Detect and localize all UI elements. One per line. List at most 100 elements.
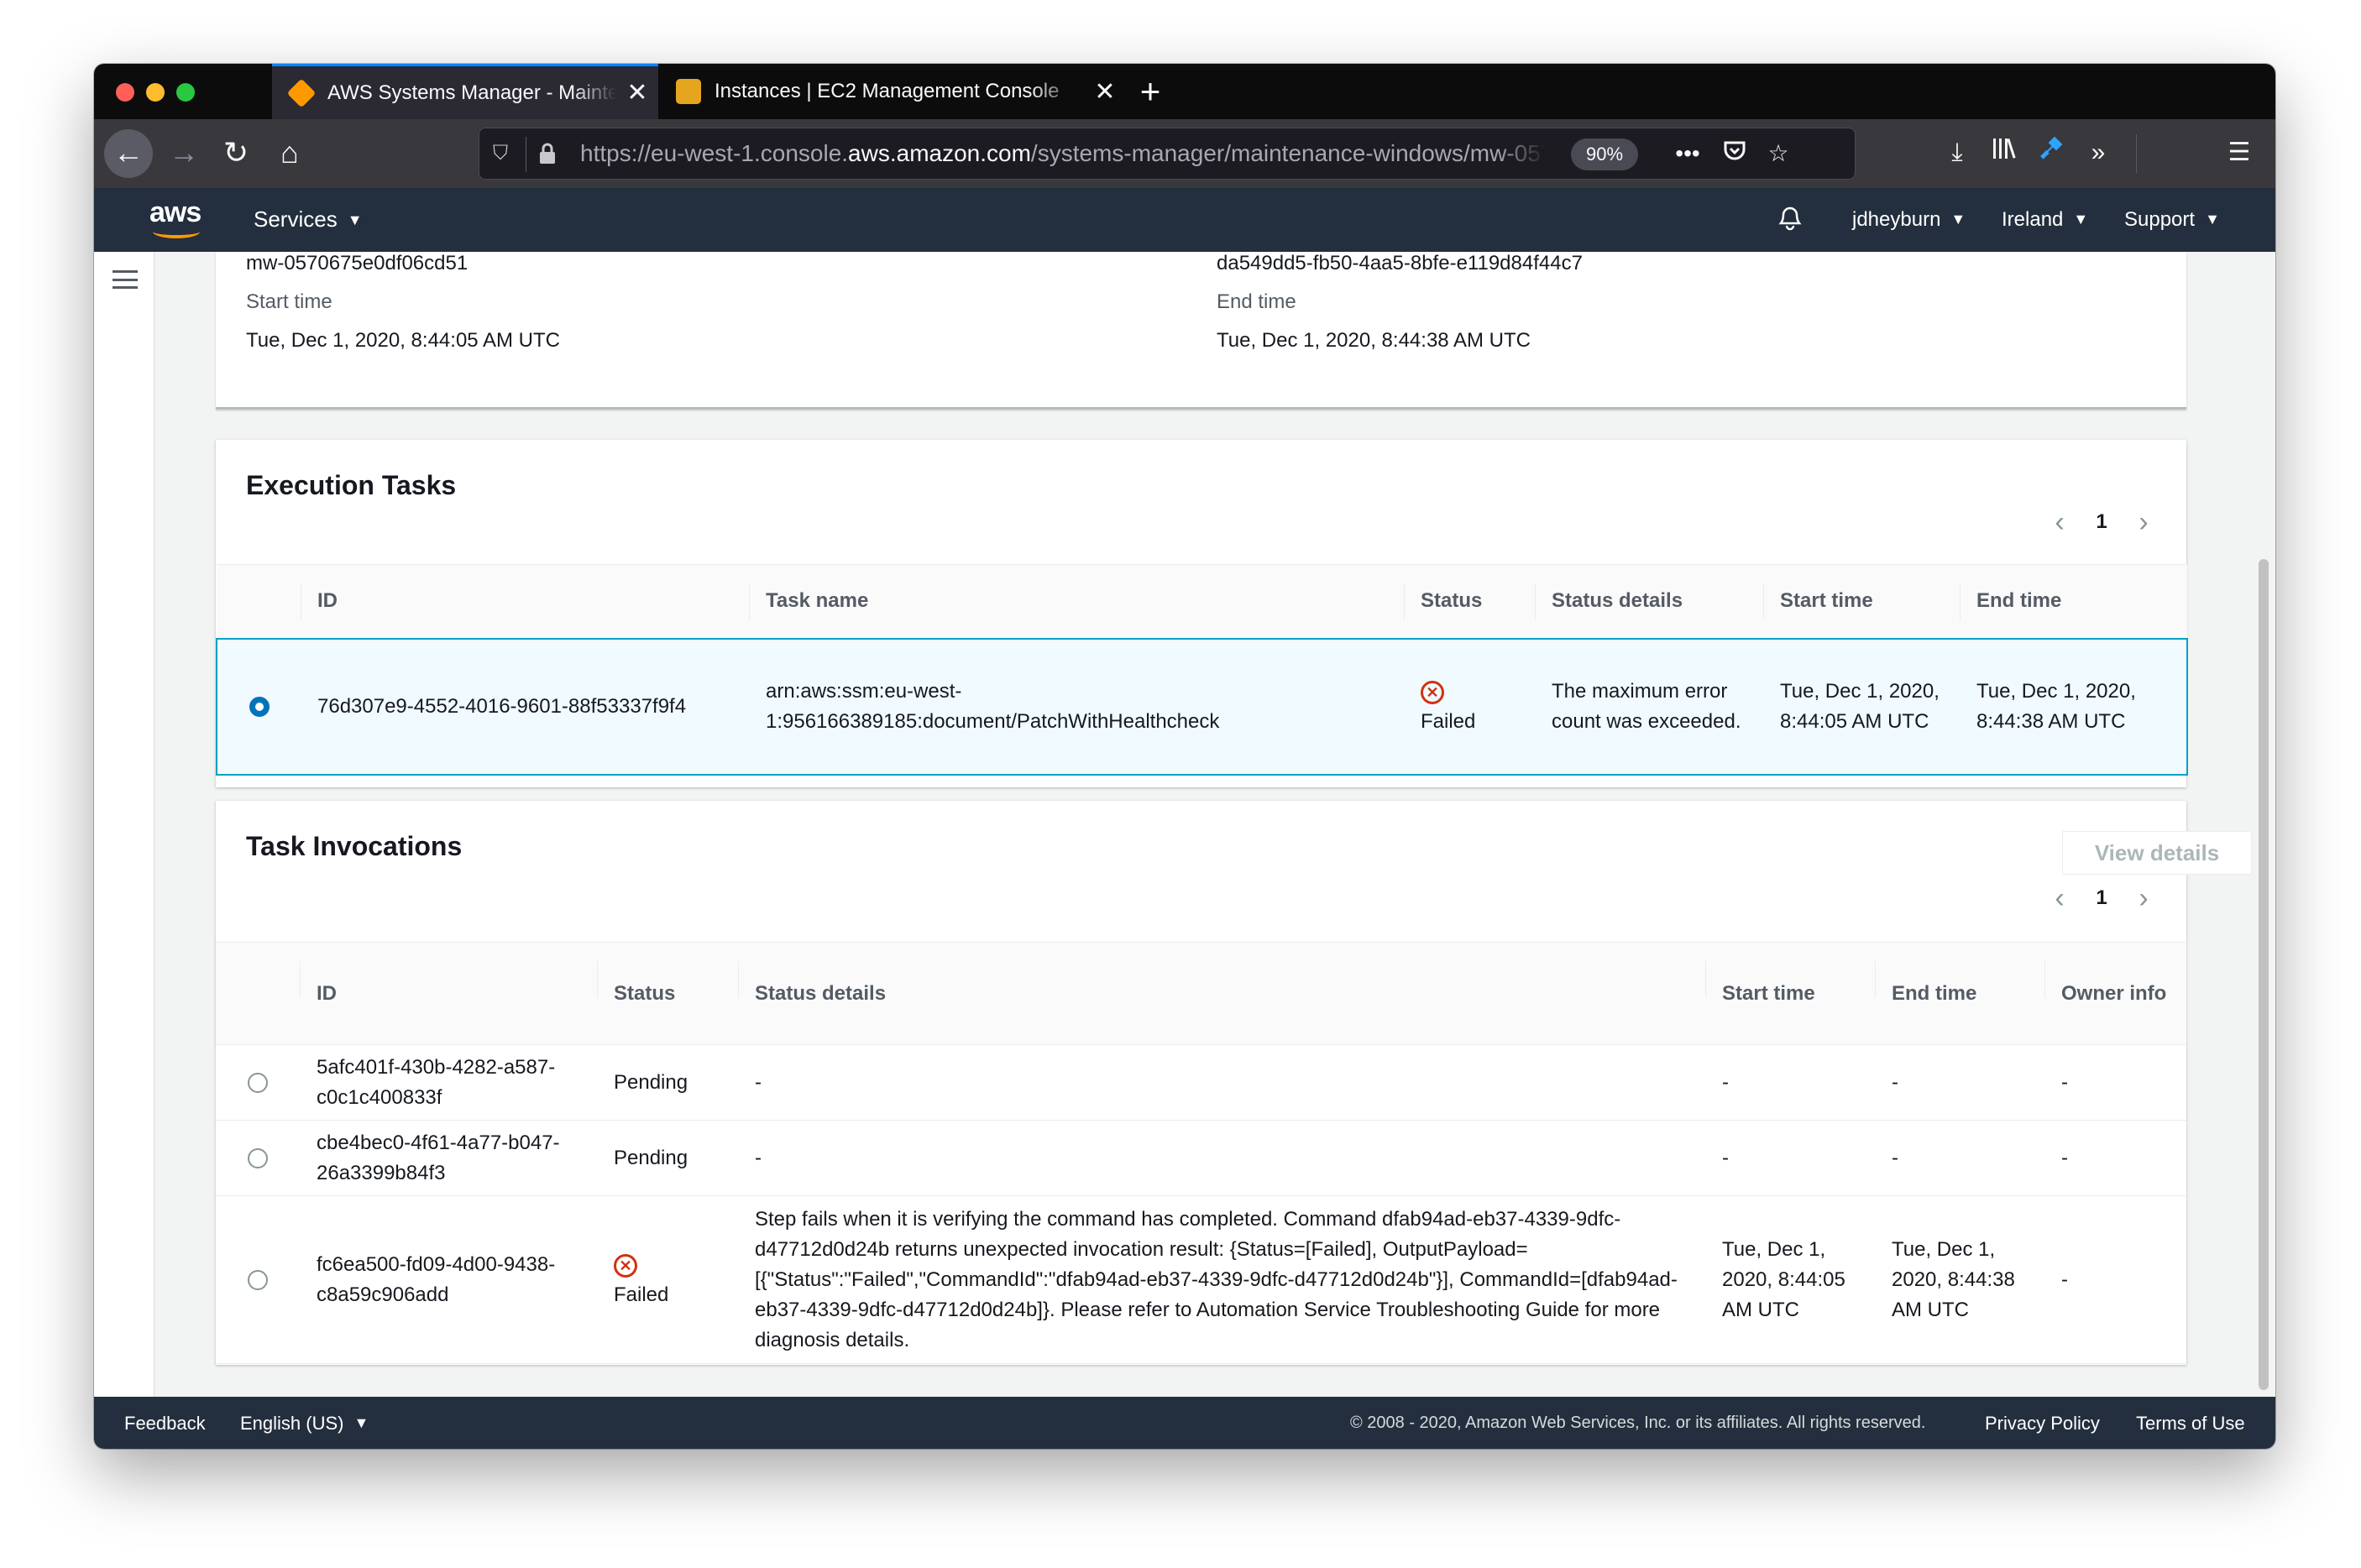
column-header-task-name[interactable]: Task name — [749, 564, 1404, 639]
console-footer: Feedback English (US) ▼ © 2008 - 2020, Am… — [94, 1397, 2275, 1449]
aws-console-header: aws Services ▼ jdheyburn ▼ Ireland ▼ Suppor… — [94, 188, 2275, 252]
table-row[interactable]: 76d307e9-4552-4016-9601-88f53337f9f4 arn… — [216, 637, 2188, 776]
column-header-status-details[interactable]: Status details — [738, 942, 1705, 1045]
error-circle-icon: ✕ — [614, 1253, 637, 1278]
notifications-bell-icon[interactable] — [1773, 201, 1807, 238]
column-header-start-time[interactable]: Start time — [1705, 942, 1875, 1045]
invocation-id: fc6ea500-fd09-4d00-9438-c8a59c906add — [300, 1195, 597, 1364]
close-tab-icon[interactable]: ✕ — [1084, 77, 1126, 107]
privacy-policy-link[interactable]: Privacy Policy — [1985, 1413, 2100, 1435]
page-scrollbar[interactable] — [2259, 559, 2269, 1390]
row-select-cell[interactable] — [216, 1044, 300, 1121]
column-header-owner-info[interactable]: Owner info — [2044, 942, 2186, 1045]
column-header-id[interactable]: ID — [301, 564, 749, 639]
previous-page-icon[interactable]: ‹ — [2047, 883, 2072, 917]
task-invocations-title: Task Invocations — [246, 831, 463, 861]
execution-tasks-title: Execution Tasks — [246, 470, 457, 500]
support-menu[interactable]: Support ▼ — [2124, 208, 2220, 232]
back-button[interactable]: ← — [104, 129, 153, 178]
select-column-header — [217, 564, 301, 639]
column-header-status[interactable]: Status — [1404, 564, 1535, 639]
zoom-level-badge[interactable]: 90% — [1571, 139, 1639, 170]
radio-unselected-icon[interactable] — [248, 1073, 268, 1094]
home-button[interactable]: ⌂ — [265, 129, 314, 178]
column-header-status[interactable]: Status — [597, 942, 738, 1045]
column-header-status-details[interactable]: Status details — [1535, 564, 1763, 639]
status-text: Failed — [614, 1283, 669, 1306]
radio-selected-icon[interactable] — [249, 697, 270, 718]
invocation-owner-info: - — [2044, 1120, 2186, 1196]
browser-toolbar: ← → ↻ ⌂ ⛉ https://eu-west-1.console.aws.… — [94, 119, 2275, 188]
side-nav-toggle-icon[interactable] — [113, 270, 138, 289]
column-header-end-time[interactable]: End time — [1960, 564, 2187, 639]
feedback-link[interactable]: Feedback — [124, 1413, 206, 1435]
library-icon[interactable] — [1987, 134, 2025, 173]
tab-ec2-instances[interactable]: Instances | EC2 Management Console ✕ — [659, 64, 1126, 119]
url-text[interactable]: https://eu-west-1.console.aws.amazon.com… — [580, 140, 1546, 167]
execution-summary-panel: mw-0570675e0df06cd51 da549dd5-fb50-4aa5-… — [216, 252, 2186, 409]
caret-down-icon: ▼ — [2073, 211, 2089, 227]
extension-tool-icon[interactable] — [2032, 134, 2070, 173]
invocation-status: ✕ Failed — [597, 1195, 738, 1364]
view-details-button[interactable]: View details — [2062, 831, 2252, 875]
task-status: ✕ Failed — [1404, 637, 1535, 776]
table-row[interactable]: fc6ea500-fd09-4d00-9438-c8a59c906add ✕ F… — [216, 1195, 2186, 1364]
caret-down-icon: ▼ — [1950, 211, 1966, 227]
invocation-end-time: - — [1875, 1044, 2044, 1121]
aws-smile-icon — [153, 225, 200, 238]
column-header-id[interactable]: ID — [300, 942, 597, 1045]
next-page-icon[interactable]: › — [2131, 507, 2156, 541]
invocation-status-details: Step fails when it is verifying the comm… — [738, 1195, 1705, 1364]
lock-icon[interactable] — [538, 142, 560, 167]
bookmark-star-icon[interactable]: ☆ — [1762, 139, 1794, 170]
aws-favicon-icon — [286, 78, 317, 107]
aws-logo[interactable]: aws — [149, 198, 208, 240]
invocation-owner-info: - — [2044, 1195, 2186, 1364]
account-menu[interactable]: jdheyburn ▼ — [1852, 208, 1966, 232]
table-row[interactable]: cbe4bec0-4f61-4a77-b047-26a3399b84f3 Pen… — [216, 1120, 2186, 1196]
page-actions-icon[interactable]: ••• — [1672, 139, 1704, 170]
radio-unselected-icon[interactable] — [248, 1270, 268, 1291]
row-select-cell[interactable] — [216, 1195, 300, 1364]
zoom-window-button[interactable] — [176, 83, 195, 102]
table-row[interactable]: 5afc401f-430b-4282-a587-c0c1c400833f Pen… — [216, 1044, 2186, 1121]
execution-tasks-panel: Execution Tasks ‹ 1 › ID Task name Statu… — [216, 440, 2188, 787]
invocation-end-time: - — [1875, 1120, 2044, 1196]
hamburger-menu-icon[interactable]: ☰ — [2220, 134, 2259, 173]
pocket-icon[interactable] — [1719, 139, 1751, 170]
region-menu[interactable]: Ireland ▼ — [2002, 208, 2088, 232]
task-invocations-table: ID Status Status details Start time End … — [216, 942, 2186, 1364]
forward-button[interactable]: → — [160, 129, 208, 178]
tracking-shield-icon[interactable]: ⛉ — [493, 142, 515, 167]
minimize-window-button[interactable] — [146, 83, 165, 102]
invocation-start-time: - — [1705, 1120, 1875, 1196]
terms-of-use-link[interactable]: Terms of Use — [2136, 1413, 2245, 1435]
page-number[interactable]: 1 — [2089, 510, 2114, 534]
reload-button[interactable]: ↻ — [212, 129, 260, 178]
overflow-menu-icon[interactable]: » — [2079, 134, 2118, 173]
page-number[interactable]: 1 — [2089, 886, 2114, 910]
close-tab-icon[interactable]: ✕ — [616, 78, 658, 107]
execution-tasks-table: ID Task name Status Status details Start… — [216, 564, 2188, 776]
close-window-button[interactable] — [116, 83, 134, 102]
execution-id-value: da549dd5-fb50-4aa5-8bfe-e119d84f44c7 — [1217, 252, 1583, 274]
services-menu[interactable]: Services ▼ — [254, 206, 363, 233]
previous-page-icon[interactable]: ‹ — [2047, 507, 2072, 541]
address-bar[interactable]: ⛉ https://eu-west-1.console.aws.amazon.c… — [479, 128, 1856, 180]
tab-systems-manager[interactable]: AWS Systems Manager - Maintenance Window… — [272, 64, 658, 119]
execution-tasks-pagination: ‹ 1 › — [2047, 507, 2156, 541]
row-select-cell[interactable] — [216, 1120, 300, 1196]
invocation-end-time: Tue, Dec 1, 2020, 8:44:38 AM UTC — [1875, 1195, 2044, 1364]
row-select-cell[interactable] — [216, 637, 301, 776]
invocation-status-details: - — [738, 1044, 1705, 1121]
radio-unselected-icon[interactable] — [248, 1148, 268, 1169]
downloads-icon[interactable]: ⤓ — [1938, 134, 1976, 173]
language-selector[interactable]: English (US) ▼ — [240, 1413, 369, 1435]
window-id-value: mw-0570675e0df06cd51 — [246, 252, 469, 274]
toolbar-divider — [2136, 134, 2137, 173]
new-tab-button[interactable]: + — [1127, 69, 1174, 116]
column-header-end-time[interactable]: End time — [1875, 942, 2044, 1045]
column-header-start-time[interactable]: Start time — [1763, 564, 1960, 639]
task-end-time: Tue, Dec 1, 2020, 8:44:38 AM UTC — [1960, 637, 2188, 776]
next-page-icon[interactable]: › — [2131, 883, 2156, 917]
